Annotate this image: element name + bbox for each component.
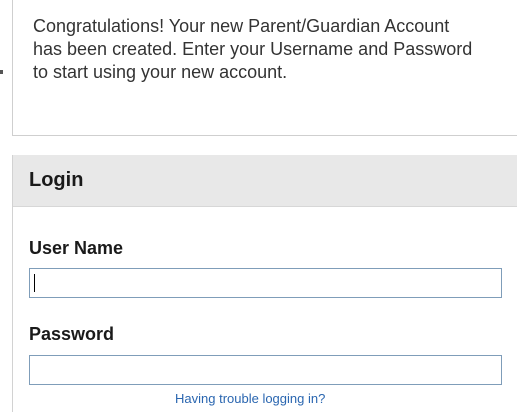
login-panel: Login User Name Password Having trouble …: [12, 155, 517, 412]
edge-marker: [0, 70, 3, 74]
password-label: Password: [29, 324, 115, 344]
message-text: Congratulations! Your new Parent/Guardia…: [33, 16, 473, 82]
login-title: Login: [29, 169, 84, 191]
login-header: Login: [13, 155, 517, 207]
password-input[interactable]: [29, 355, 502, 385]
username-label: User Name: [29, 238, 124, 258]
login-page: Congratulations! Your new Parent/Guardia…: [0, 0, 517, 412]
account-created-message: Congratulations! Your new Parent/Guardia…: [12, 0, 517, 136]
text-cursor: [34, 274, 35, 292]
username-input[interactable]: [29, 268, 502, 298]
trouble-logging-in-link[interactable]: Having trouble logging in?: [175, 391, 325, 407]
